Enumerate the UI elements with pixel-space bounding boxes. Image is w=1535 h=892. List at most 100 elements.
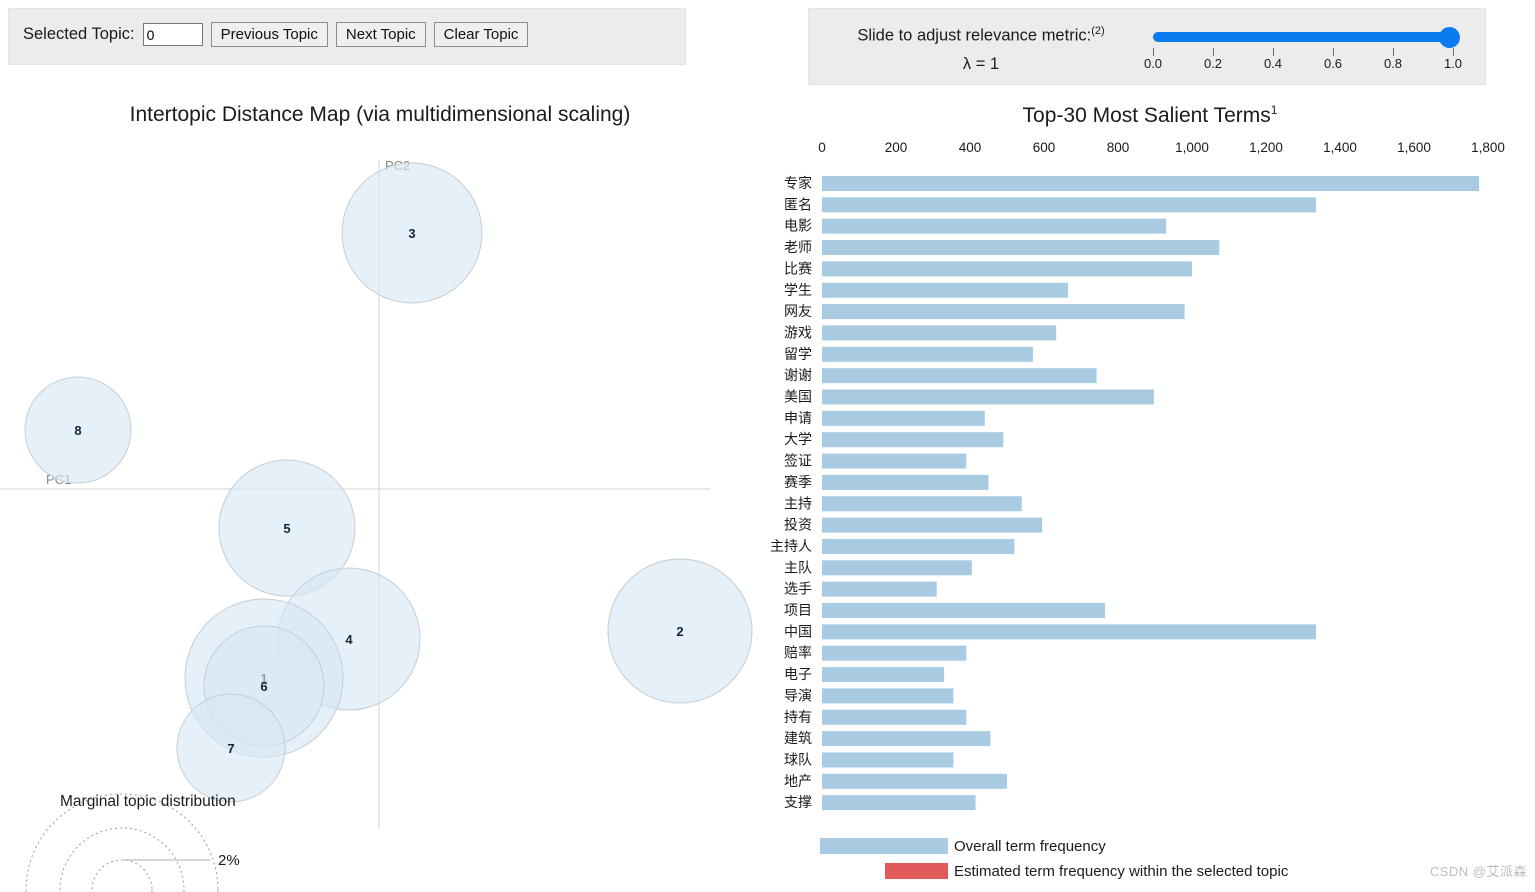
term-label[interactable]: 电子 [784, 666, 812, 682]
term-row[interactable]: 匿名 [784, 196, 1316, 213]
lambda-slider-track[interactable] [1153, 32, 1453, 42]
term-row[interactable]: 建筑 [784, 730, 991, 747]
term-row[interactable]: 学生 [784, 282, 1069, 298]
term-label[interactable]: 学生 [784, 282, 812, 298]
term-label[interactable]: 赛季 [784, 474, 812, 490]
term-label[interactable]: 主持人 [770, 538, 812, 554]
term-bar[interactable] [822, 752, 954, 768]
term-bar[interactable] [822, 474, 989, 490]
term-bar[interactable] [822, 218, 1167, 234]
term-row[interactable]: 主持人 [770, 538, 1015, 554]
term-bar[interactable] [822, 410, 985, 426]
term-row[interactable]: 赔率 [784, 645, 967, 661]
term-label[interactable]: 支撑 [784, 794, 812, 810]
intertopic-distance-map[interactable]: PC2PC138541672Marginal topic distributio… [0, 130, 765, 892]
term-row[interactable]: 专家 [784, 175, 1480, 191]
term-row[interactable]: 投资 [784, 517, 1043, 533]
term-label[interactable]: 签证 [784, 453, 812, 469]
term-row[interactable]: 老师 [784, 239, 1220, 256]
term-label[interactable]: 网友 [784, 303, 812, 319]
term-label[interactable]: 主持 [784, 495, 812, 511]
term-row[interactable]: 网友 [784, 303, 1185, 320]
term-bar[interactable] [822, 496, 1022, 512]
term-row[interactable]: 中国 [784, 623, 1316, 640]
term-label[interactable]: 留学 [784, 346, 812, 362]
term-row[interactable]: 选手 [784, 581, 937, 597]
term-row[interactable]: 球队 [784, 751, 954, 768]
term-bar[interactable] [822, 538, 1015, 554]
term-label[interactable]: 项目 [784, 602, 812, 618]
term-bar[interactable] [822, 709, 967, 725]
term-label[interactable]: 电影 [784, 218, 812, 234]
term-row[interactable]: 电影 [784, 218, 1167, 234]
term-bar[interactable] [822, 389, 1154, 405]
term-row[interactable]: 赛季 [784, 474, 989, 490]
salient-terms-barchart[interactable]: 0 200 400 600 800 1,000 1,200 1,400 1,600 1,800 专家… [770, 130, 1535, 892]
term-bar[interactable] [822, 603, 1106, 618]
term-bar[interactable] [822, 560, 972, 576]
term-label[interactable]: 中国 [784, 623, 812, 639]
term-label[interactable]: 导演 [784, 687, 812, 703]
topic-bubble[interactable]: 8 [24, 376, 132, 484]
topic-bubble[interactable]: 2 [607, 558, 753, 704]
term-label[interactable]: 谢谢 [784, 367, 812, 383]
term-label[interactable]: 专家 [784, 175, 812, 191]
topic-bubble[interactable]: 7 [176, 693, 286, 803]
term-label[interactable]: 球队 [784, 751, 812, 767]
term-row[interactable]: 申请 [784, 410, 985, 426]
term-row[interactable]: 项目 [784, 602, 1106, 618]
term-row[interactable]: 支撑 [784, 794, 976, 811]
clear-topic-button[interactable]: Clear Topic [433, 22, 529, 47]
term-bar[interactable] [822, 795, 976, 811]
term-row[interactable]: 美国 [784, 389, 1154, 405]
term-bar[interactable] [822, 368, 1097, 384]
term-label[interactable]: 地产 [784, 773, 812, 789]
term-bar[interactable] [822, 773, 1007, 789]
term-bar[interactable] [822, 197, 1316, 213]
term-row[interactable]: 地产 [784, 773, 1007, 789]
term-bar[interactable] [822, 282, 1069, 298]
term-row[interactable]: 导演 [784, 687, 954, 704]
term-row[interactable]: 大学 [784, 431, 1004, 448]
term-bar[interactable] [822, 667, 945, 683]
previous-topic-button[interactable]: Previous Topic [210, 22, 328, 47]
term-bar[interactable] [822, 346, 1033, 362]
term-bar[interactable] [822, 325, 1057, 341]
term-label[interactable]: 持有 [784, 709, 812, 725]
term-bar[interactable] [822, 688, 954, 704]
term-bar[interactable] [822, 645, 967, 661]
term-label[interactable]: 选手 [784, 581, 812, 597]
term-row[interactable]: 比赛 [784, 260, 1192, 277]
term-bar[interactable] [822, 517, 1043, 533]
selected-topic-input[interactable] [142, 23, 203, 46]
term-row[interactable]: 留学 [784, 346, 1033, 362]
term-bar[interactable] [822, 176, 1480, 191]
term-row[interactable]: 主持 [784, 495, 1022, 512]
term-row[interactable]: 游戏 [784, 324, 1057, 341]
lambda-slider[interactable]: 0.0 0.2 0.4 0.6 0.8 1.0 [1144, 23, 1467, 75]
term-label[interactable]: 申请 [784, 410, 812, 426]
term-label[interactable]: 大学 [784, 431, 812, 447]
term-bar[interactable] [822, 261, 1192, 277]
term-bar[interactable] [822, 432, 1004, 448]
term-row[interactable]: 主队 [784, 559, 972, 576]
term-bar[interactable] [822, 240, 1220, 256]
term-bar[interactable] [822, 304, 1185, 320]
topic-bubble[interactable]: 3 [341, 162, 483, 304]
term-row[interactable]: 电子 [784, 666, 945, 683]
term-row[interactable]: 签证 [784, 453, 967, 469]
lambda-slider-handle[interactable] [1439, 27, 1460, 48]
term-label[interactable]: 匿名 [784, 196, 812, 212]
term-label[interactable]: 赔率 [784, 645, 812, 661]
term-label[interactable]: 比赛 [784, 260, 812, 276]
term-row[interactable]: 持有 [784, 709, 967, 725]
term-label[interactable]: 老师 [784, 239, 812, 255]
term-label[interactable]: 投资 [784, 517, 812, 533]
term-bar[interactable] [822, 731, 991, 747]
term-label[interactable]: 游戏 [784, 324, 812, 340]
term-bar[interactable] [822, 581, 937, 597]
term-bar[interactable] [822, 453, 967, 469]
term-label[interactable]: 建筑 [784, 730, 812, 746]
term-row[interactable]: 谢谢 [784, 367, 1097, 384]
term-label[interactable]: 美国 [784, 389, 812, 405]
